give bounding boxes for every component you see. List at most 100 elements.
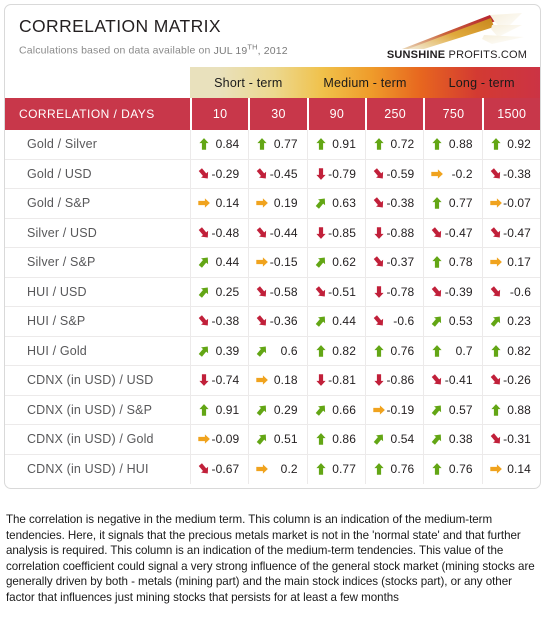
correlation-cell: -0.45 [248,159,306,188]
correlation-cell: -0.47 [481,218,540,247]
correlation-cell: 0.14 [190,189,248,218]
correlation-value: -0.37 [386,255,415,270]
row-label: CDNX (in USD) / HUI [27,462,149,477]
correlation-cell: 0.44 [190,248,248,277]
correlation-cell: -0.74 [190,366,248,395]
row-label: HUI / S&P [27,314,86,329]
correlation-cell: 0.38 [423,425,481,454]
correlation-value: -0.86 [386,373,415,388]
correlation-value: 0.72 [390,137,415,152]
correlation-cell: -0.38 [190,307,248,336]
correlation-value: -0.67 [211,462,240,477]
arrow-up-right-icon [198,285,210,298]
footnote: The correlation is negative in the mediu… [6,513,535,604]
arrow-up-icon [315,138,327,151]
correlation-cell: -0.26 [481,366,540,395]
row-label: CDNX (in USD) / S&P [27,402,153,417]
correlation-cell: -0.85 [306,218,365,247]
correlation-cell: 0.66 [306,395,365,424]
arrow-down-right-icon [315,285,327,298]
arrow-up-icon [315,433,327,446]
arrow-down-icon [373,285,385,298]
arrow-up-right-icon [315,197,327,210]
correlation-value: 0.44 [215,255,240,270]
correlation-value: -0.15 [269,255,298,270]
correlation-value: -0.29 [211,166,240,181]
arrow-down-icon [373,374,385,387]
column-header-90-days[interactable]: 90 [306,98,365,130]
arrow-up-right-icon [256,344,268,357]
arrow-right-icon [373,403,385,416]
column-header-750-days[interactable]: 750 [423,98,481,130]
correlation-cell: 0.54 [364,425,423,454]
column-header-1500-days[interactable]: 1500 [481,98,540,130]
correlation-value: 0.7 [455,343,473,358]
column-header-250-days[interactable]: 250 [364,98,423,130]
correlation-cell: -0.44 [248,218,306,247]
arrow-down-right-icon [490,285,502,298]
arrow-right-icon [431,167,444,180]
arrow-down-right-icon [256,226,268,239]
correlation-value: 0.77 [448,196,473,211]
correlation-value: -0.39 [444,284,473,299]
correlation-value: 0.38 [448,432,473,447]
correlation-cell: 0.6 [248,336,306,365]
correlation-value: -0.31 [503,432,531,447]
arrow-up-right-icon [431,433,443,446]
correlation-matrix-page: CORRELATION MATRIX Calculations based on… [0,0,545,636]
correlation-value: 0.82 [507,343,531,358]
correlation-value: 0.51 [273,432,298,447]
arrow-down-right-icon [198,315,210,328]
arrow-up-icon [431,138,443,151]
arrow-up-right-icon [198,256,210,269]
correlation-value: -0.2 [451,166,473,181]
correlation-value: 0.23 [507,314,531,329]
correlation-cell: 0.77 [423,189,481,218]
correlation-value: -0.88 [386,225,415,240]
correlation-cell: -0.88 [364,218,423,247]
correlation-cell: -0.6 [481,277,540,306]
correlation-value: -0.47 [503,225,531,240]
correlation-cell: 0.17 [481,248,540,277]
arrow-up-icon [198,138,210,151]
correlation-value: -0.38 [503,166,531,181]
correlation-value: -0.07 [503,196,531,211]
table-row: Gold / Silver 0.84 0.77 0.91 0.72 0.88 0.92 [5,130,540,160]
table-row: HUI / S&P -0.38 -0.36 0.44 -0.6 0.53 0.23 [5,307,540,337]
arrow-down-right-icon [373,167,385,180]
arrow-up-right-icon [198,344,210,357]
arrow-down-icon [373,226,385,239]
arrow-down-right-icon [256,285,268,298]
arrow-right-icon [256,197,269,210]
correlation-value: -0.36 [269,314,298,329]
data-date: JUL 19TH, 2012 [214,42,288,57]
arrow-down-right-icon [490,433,502,446]
correlation-cell: 0.7 [423,336,481,365]
arrow-down-right-icon [490,226,502,239]
correlation-cell: 0.92 [481,130,540,159]
correlation-cell: 0.63 [306,189,365,218]
logo-text-light: PROFITS.COM [445,49,528,61]
correlation-cell: 0.72 [364,130,423,159]
correlation-value: -0.6 [509,284,531,299]
arrow-up-icon [198,403,210,416]
correlation-cell: 0.25 [190,277,248,306]
arrow-down-icon [315,167,327,180]
correlation-value: -0.26 [503,373,531,388]
arrow-up-icon [490,138,502,151]
table-row: CDNX (in USD) / USD -0.74 0.18 -0.81 -0.86 -0… [5,366,540,396]
arrow-right-icon [256,256,269,269]
arrow-up-icon [490,344,502,357]
correlation-value: 0.76 [390,343,415,358]
correlation-value: -0.81 [328,373,356,388]
correlation-cell: -0.39 [423,277,481,306]
correlation-cell: 0.77 [248,130,306,159]
column-header-30-days[interactable]: 30 [248,98,306,130]
correlation-value: -0.78 [386,284,415,299]
correlation-cell: 0.18 [248,366,306,395]
column-header-10-days[interactable]: 10 [190,98,248,130]
correlation-value: 0.39 [215,343,240,358]
correlation-cell: 0.19 [248,189,306,218]
arrow-down-right-icon [490,374,502,387]
correlation-cell: 0.44 [306,307,365,336]
